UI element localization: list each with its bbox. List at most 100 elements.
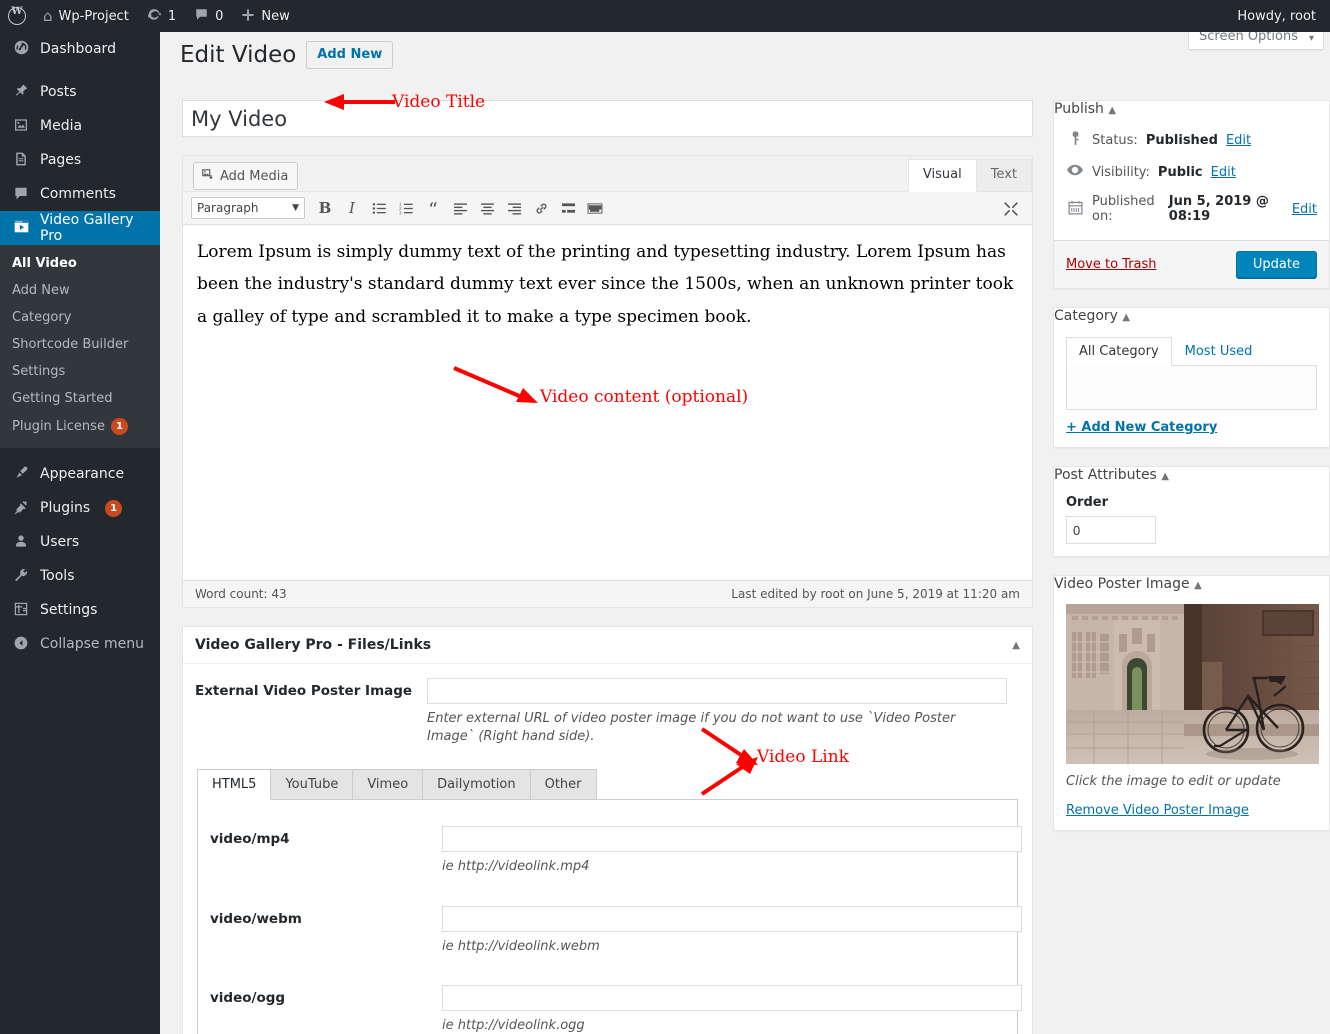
collapse-toggle-icon[interactable]: ▲ [1194, 580, 1202, 591]
sidebar-item-tools[interactable]: Tools [0, 559, 160, 593]
sidebar-item-plugins[interactable]: Plugins 1 [0, 491, 160, 525]
bulleted-list-icon[interactable] [367, 197, 391, 219]
read-more-icon[interactable] [556, 197, 580, 219]
publish-header[interactable]: Publish ▲ [1054, 101, 1329, 117]
my-account-button[interactable]: Howdy, root [1237, 9, 1330, 24]
screen-options-button[interactable]: Screen Options ▾ [1188, 32, 1324, 50]
submenu-item-plugin-license[interactable]: Plugin License 1 [0, 412, 160, 441]
sidebar-item-users[interactable]: Users [0, 525, 160, 559]
category-tabs: All Category Most Used [1066, 336, 1317, 366]
editor-paragraph: Lorem Ipsum is simply dummy text of the … [197, 242, 1014, 327]
publish-status-edit-link[interactable]: Edit [1226, 133, 1251, 148]
wordpress-logo-button[interactable] [0, 0, 34, 32]
add-new-button[interactable]: Add New [306, 41, 394, 70]
tab-most-used[interactable]: Most Used [1172, 337, 1266, 366]
publish-visibility-edit-link[interactable]: Edit [1211, 165, 1236, 180]
chevron-down-icon: ▼ [292, 203, 299, 213]
video-ogg-input[interactable] [442, 985, 1022, 1012]
sidebar-item-label: Appearance [40, 466, 125, 482]
category-checklist[interactable] [1066, 366, 1317, 410]
sidebar-item-settings[interactable]: Settings [0, 593, 160, 627]
home-icon: ⌂ [43, 6, 53, 25]
align-center-icon[interactable] [475, 197, 499, 219]
tab-all-category[interactable]: All Category [1066, 337, 1172, 366]
post-attributes-header[interactable]: Post Attributes ▲ [1054, 467, 1329, 483]
tab-vimeo[interactable]: Vimeo [352, 769, 424, 801]
fullscreen-icon[interactable] [1002, 200, 1020, 218]
submenu-item-category[interactable]: Category [0, 304, 160, 331]
files-links-header[interactable]: Video Gallery Pro - Files/Links ▲ [183, 627, 1032, 664]
numbered-list-icon[interactable]: 123 [394, 197, 418, 219]
editor-content-area[interactable]: Lorem Ipsum is simply dummy text of the … [183, 225, 1032, 580]
video-mp4-row: video/mp4 ie http://videolink.mp4 [198, 818, 1022, 876]
publish-date-edit-link[interactable]: Edit [1292, 202, 1317, 217]
tab-other[interactable]: Other [529, 769, 597, 801]
submenu-item-add-new[interactable]: Add New [0, 277, 160, 304]
wordpress-logo-icon [8, 6, 26, 25]
pin-icon [11, 83, 31, 102]
new-content-button[interactable]: New [232, 0, 298, 32]
move-to-trash-link[interactable]: Move to Trash [1066, 257, 1157, 272]
link-icon[interactable] [529, 197, 553, 219]
eye-icon [1066, 164, 1084, 180]
sidebar-item-collapse-menu[interactable]: Collapse menu [0, 627, 160, 661]
video-mp4-input[interactable] [442, 826, 1022, 853]
video-webm-input[interactable] [442, 905, 1022, 932]
sidebar-item-media[interactable]: Media [0, 109, 160, 143]
tab-html5[interactable]: HTML5 [197, 769, 272, 801]
sidebar-item-pages[interactable]: Pages [0, 143, 160, 177]
collapse-toggle-icon[interactable]: ▲ [1108, 105, 1116, 116]
site-name-button[interactable]: ⌂ Wp-Project [34, 0, 138, 32]
tab-youtube[interactable]: YouTube [270, 769, 354, 801]
add-media-button[interactable]: Add Media [193, 162, 299, 190]
video-poster-thumbnail[interactable] [1066, 604, 1319, 764]
submenu-item-getting-started[interactable]: Getting Started [0, 385, 160, 412]
post-attributes-body: Order [1054, 483, 1329, 556]
add-new-category-link[interactable]: + Add New Category [1066, 420, 1317, 435]
tab-dailymotion[interactable]: Dailymotion [422, 769, 531, 801]
external-poster-desc: Enter external URL of video poster image… [427, 711, 956, 744]
collapse-toggle-icon[interactable]: ▲ [1122, 312, 1130, 323]
sidebar-item-posts[interactable]: Posts [0, 75, 160, 109]
submenu-item-all-video[interactable]: All Video [0, 250, 160, 277]
submenu-item-shortcode-builder[interactable]: Shortcode Builder [0, 331, 160, 358]
tab-visual[interactable]: Visual [907, 158, 977, 192]
publish-visibility-value: Public [1157, 164, 1203, 180]
updates-button[interactable]: 1 [138, 0, 185, 32]
publish-title: Publish [1054, 101, 1104, 117]
category-header[interactable]: Category ▲ [1054, 308, 1329, 324]
sidebar-item-label: Settings [40, 602, 98, 618]
submenu-item-settings[interactable]: Settings [0, 358, 160, 385]
blockquote-icon[interactable]: “ [421, 197, 445, 220]
video-poster-header[interactable]: Video Poster Image ▲ [1054, 576, 1329, 592]
align-right-icon[interactable] [502, 197, 526, 219]
sidebar-item-video-gallery-pro[interactable]: Video Gallery Pro [0, 211, 168, 245]
italic-icon[interactable]: I [340, 197, 364, 219]
video-ogg-label: video/ogg [210, 990, 286, 1007]
post-title-input[interactable] [182, 100, 1033, 137]
tab-text[interactable]: Text [975, 158, 1032, 191]
files-links-body: External Video Poster Image Enter extern… [183, 664, 1032, 1034]
sidebar-item-comments[interactable]: Comments [0, 177, 160, 211]
updates-icon [147, 7, 162, 25]
video-icon [11, 218, 31, 238]
sidebar-item-dashboard[interactable]: Dashboard [0, 32, 160, 66]
update-button[interactable]: Update [1235, 251, 1317, 278]
remove-poster-link[interactable]: Remove Video Poster Image [1066, 803, 1317, 818]
video-mp4-desc: ie http://videolink.mp4 [442, 859, 590, 875]
bold-icon[interactable]: B [313, 197, 337, 219]
align-left-icon[interactable] [448, 197, 472, 219]
external-poster-input[interactable] [427, 678, 1007, 704]
order-input[interactable] [1066, 516, 1156, 544]
toolbar-toggle-icon[interactable] [583, 197, 607, 219]
publish-status-row: Status: Published Edit [1054, 124, 1329, 157]
pin-key-icon [1066, 131, 1084, 150]
collapse-toggle-icon[interactable]: ▲ [1012, 640, 1020, 651]
collapse-toggle-icon[interactable]: ▲ [1161, 471, 1169, 482]
sidebar-item-appearance[interactable]: Appearance [0, 457, 160, 491]
chevron-down-icon: ▾ [1308, 33, 1314, 44]
comments-button[interactable]: 0 [185, 0, 232, 32]
svg-text:3: 3 [399, 210, 402, 215]
sidebar-item-label: Video Gallery Pro [40, 212, 134, 244]
format-select[interactable]: Paragraph ▼ [191, 197, 305, 219]
